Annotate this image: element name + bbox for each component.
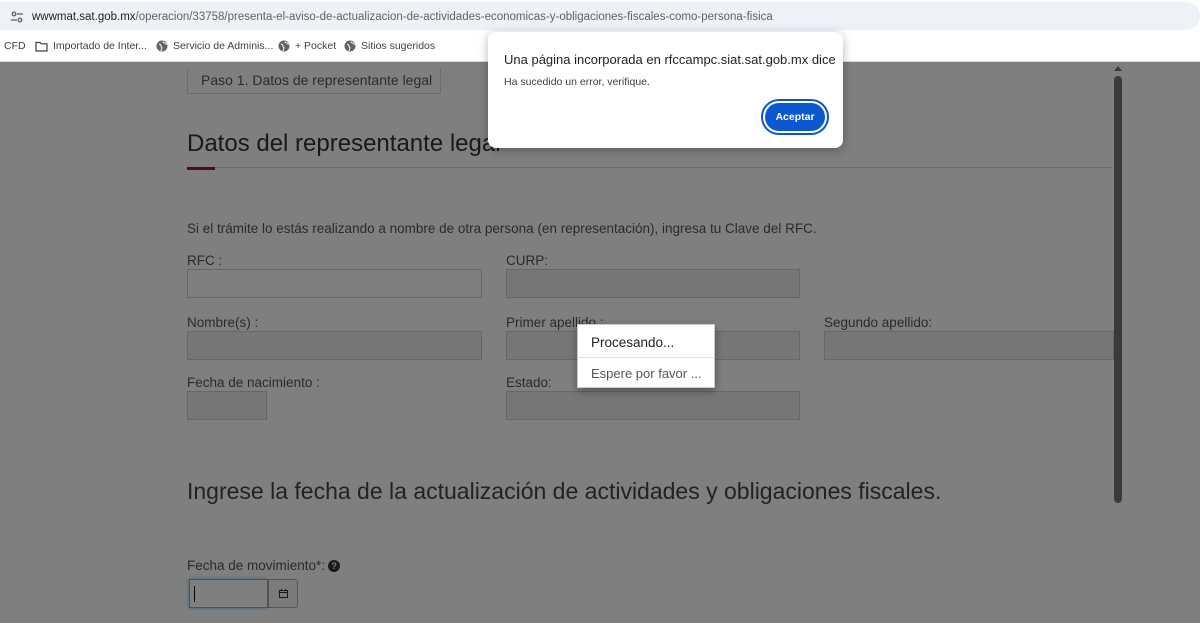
bookmark-servicio[interactable]: Servicio de Adminis... <box>156 40 273 52</box>
processing-title: Procesando... <box>591 335 675 350</box>
globe-icon <box>344 40 356 52</box>
bookmark-label: Servicio de Adminis... <box>173 40 274 52</box>
site-info-icon[interactable] <box>10 10 24 24</box>
bookmark-sitios-sugeridos[interactable]: Sitios sugeridos <box>344 40 435 52</box>
globe-icon <box>156 40 168 52</box>
address-bar: wwwmat.sat.gob.mx/operacion/33758/presen… <box>0 0 1200 32</box>
scroll-up-arrow-icon[interactable] <box>1114 66 1122 71</box>
alert-message: Ha sucedido un error, verifique. <box>504 76 650 88</box>
aceptar-button[interactable]: Aceptar <box>761 99 829 135</box>
scrollbar-thumb[interactable] <box>1114 76 1122 503</box>
url-domain: wwwmat.sat.gob.mx <box>32 11 136 23</box>
url-text[interactable]: wwwmat.sat.gob.mx/operacion/33758/presen… <box>32 11 773 23</box>
bookmark-label: + Pocket <box>295 40 337 52</box>
processing-message: Espere por favor ... <box>591 366 702 381</box>
url-box[interactable]: wwwmat.sat.gob.mx/operacion/33758/presen… <box>0 2 1200 30</box>
folder-icon <box>35 41 48 52</box>
bookmark-cfd[interactable]: CFD <box>4 40 26 52</box>
bookmark-pocket[interactable]: + Pocket <box>278 40 336 52</box>
url-path: /operacion/33758/presenta-el-aviso-de-ac… <box>135 11 773 23</box>
globe-icon <box>278 40 290 52</box>
bookmark-label: Importado de Inter... <box>53 40 147 52</box>
alert-title: Una página incorporada en rfccampc.siat.… <box>504 52 836 67</box>
bookmark-label: Sitios sugeridos <box>361 40 436 52</box>
processing-divider <box>578 357 714 358</box>
alert-dialog: Una página incorporada en rfccampc.siat.… <box>488 32 843 148</box>
processing-dialog: Procesando... Espere por favor ... <box>577 324 715 388</box>
bookmark-importado[interactable]: Importado de Inter... <box>35 40 147 52</box>
bookmark-label: CFD <box>4 40 26 52</box>
